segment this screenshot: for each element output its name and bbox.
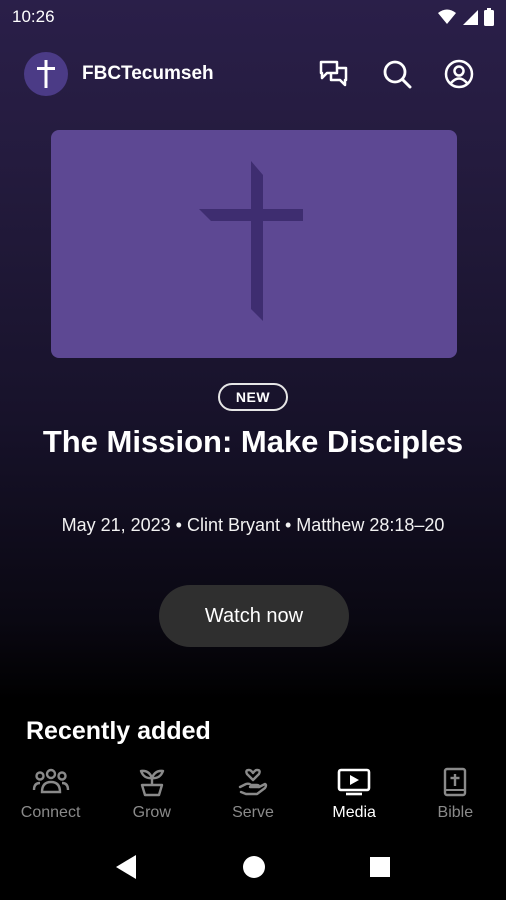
nav-label-media: Media [332, 804, 376, 821]
profile-button[interactable] [443, 58, 475, 90]
account-icon [444, 59, 474, 89]
status-icons [438, 8, 494, 26]
new-badge: NEW [218, 383, 288, 411]
signal-icon [463, 10, 478, 25]
nav-item-bible[interactable]: Bible [405, 758, 506, 830]
sprout-icon [139, 769, 164, 797]
battery-icon [484, 8, 494, 26]
status-bar: 10:26 [0, 0, 506, 36]
nav-item-media[interactable]: Media [304, 758, 405, 830]
wifi-icon [438, 9, 456, 24]
back-triangle-icon [116, 855, 136, 879]
recents-square-icon [370, 857, 390, 877]
sermon-title: The Mission: Make Disciples [42, 424, 464, 459]
cross-icon [37, 60, 55, 88]
serve-hand-icon [238, 768, 268, 796]
recently-added-heading: Recently added [26, 717, 211, 745]
status-time: 10:26 [12, 7, 55, 26]
bible-icon [444, 767, 467, 797]
nav-item-grow[interactable]: Grow [101, 758, 202, 830]
nav-label-serve: Serve [232, 804, 274, 821]
play-screen-icon [337, 768, 371, 796]
recents-button[interactable] [365, 852, 395, 882]
cross-artwork-icon [199, 161, 303, 321]
home-circle-icon [243, 856, 265, 878]
messages-button[interactable] [318, 58, 350, 90]
nav-item-connect[interactable]: Connect [0, 758, 101, 830]
bottom-navigation: Connect Grow Serve Media Bible [0, 758, 506, 830]
nav-item-serve[interactable]: Serve [202, 758, 303, 830]
featured-sermon-artwork[interactable] [51, 130, 457, 358]
church-logo-avatar[interactable] [24, 52, 68, 96]
home-button[interactable] [239, 852, 269, 882]
system-navigation-bar [0, 830, 506, 900]
chat-bubbles-icon [319, 60, 348, 87]
nav-label-grow: Grow [132, 804, 171, 821]
search-button[interactable] [381, 58, 413, 90]
nav-label-bible: Bible [437, 804, 474, 821]
search-icon [383, 60, 412, 89]
watch-now-button[interactable]: Watch now [159, 585, 349, 647]
app-title: FBCTecumseh [82, 63, 214, 84]
app-header: FBCTecumseh [0, 50, 506, 98]
sermon-meta: May 21, 2023 • Clint Bryant • Matthew 28… [61, 515, 445, 535]
people-icon [32, 768, 69, 794]
back-button[interactable] [111, 852, 141, 882]
nav-label-connect: Connect [20, 804, 81, 821]
